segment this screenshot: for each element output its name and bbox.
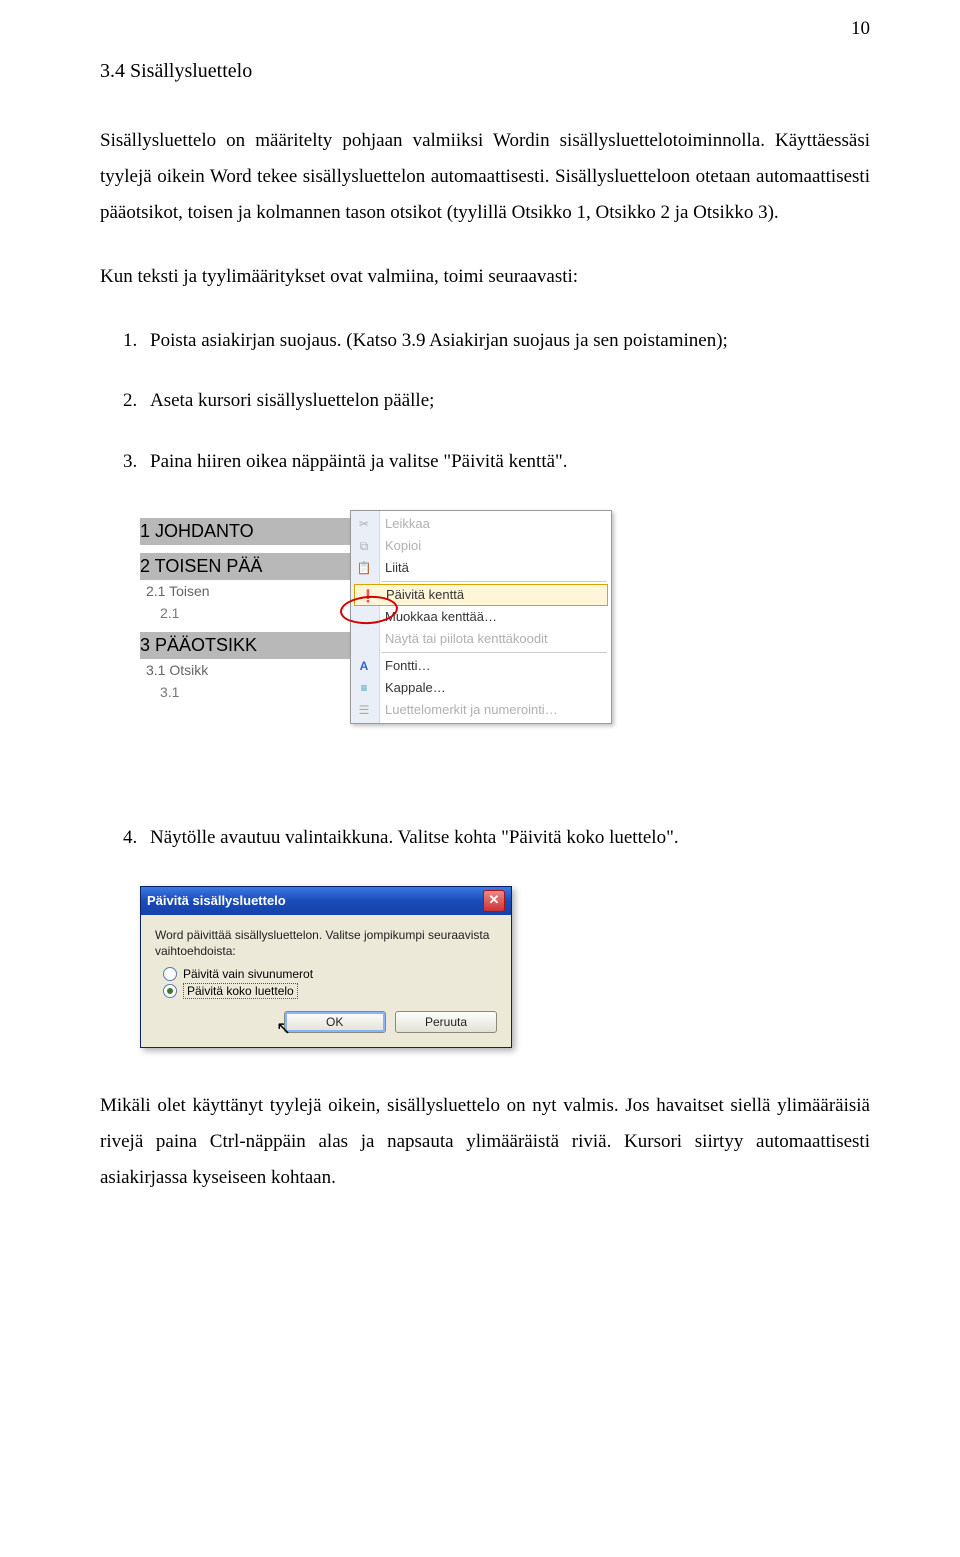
steps-list-cont: Näytölle avautuu valintaikkuna. Valitse … bbox=[112, 820, 870, 856]
menu-label: Fontti… bbox=[385, 658, 431, 673]
paste-icon: 📋 bbox=[355, 559, 373, 577]
menu-label: Muokkaa kenttää… bbox=[385, 609, 497, 624]
copy-icon: ⧉ bbox=[355, 537, 373, 555]
dialog-titlebar: Päivitä sisällysluettelo ✕ bbox=[141, 887, 511, 915]
menu-label: Kappale… bbox=[385, 680, 446, 695]
radio-update-pagenumbers[interactable]: Päivitä vain sivunumerot bbox=[163, 967, 497, 981]
refresh-icon: ❗ bbox=[359, 587, 377, 605]
radio-update-entire[interactable]: Päivitä koko luettelo bbox=[163, 983, 497, 999]
menu-item-copy[interactable]: ⧉ Kopioi bbox=[351, 535, 611, 557]
menu-item-paragraph[interactable]: ≡ Kappale… bbox=[351, 677, 611, 699]
section-heading: 3.4 Sisällysluettelo bbox=[100, 60, 870, 83]
bullets-icon: ☰ bbox=[355, 701, 373, 719]
radio-label: Päivitä vain sivunumerot bbox=[183, 967, 313, 981]
steps-list: Poista asiakirjan suojaus. (Katso 3.9 As… bbox=[112, 323, 870, 479]
radio-icon bbox=[163, 984, 177, 998]
dialog-body-text: Word päivittää sisällysluettelon. Valits… bbox=[155, 927, 497, 959]
step-3: Paina hiiren oikea näppäintä ja valitse … bbox=[142, 444, 870, 480]
menu-item-paste[interactable]: 📋 Liitä bbox=[351, 557, 611, 579]
figure-context-menu: 1 JOHDANTO 2 TOISEN PÄÄ 2.1 Toisen 2.1 3… bbox=[140, 510, 640, 780]
menu-label: Kopioi bbox=[385, 538, 421, 553]
toc-row: 2 TOISEN PÄÄ bbox=[140, 553, 350, 580]
toc-row: 3 PÄÄOTSIKK bbox=[140, 632, 350, 659]
menu-label: Liitä bbox=[385, 560, 409, 575]
page-number: 10 bbox=[851, 18, 870, 40]
close-button[interactable]: ✕ bbox=[483, 890, 505, 912]
step-1: Poista asiakirjan suojaus. (Katso 3.9 As… bbox=[142, 323, 870, 359]
menu-label: Leikkaa bbox=[385, 516, 430, 531]
toc-row: 1 JOHDANTO bbox=[140, 518, 350, 545]
radio-label: Päivitä koko luettelo bbox=[183, 983, 298, 999]
menu-separator bbox=[381, 581, 607, 582]
scissors-icon: ✂ bbox=[355, 515, 373, 533]
paragraph-1: Sisällysluettelo on määritelty pohjaan v… bbox=[100, 123, 870, 231]
toc-row: 3.1 Otsikk bbox=[140, 659, 350, 681]
toc-row: 3.1 bbox=[140, 681, 350, 703]
menu-item-cut[interactable]: ✂ Leikkaa bbox=[351, 513, 611, 535]
ok-button[interactable]: OK bbox=[284, 1011, 386, 1033]
menu-separator bbox=[381, 652, 607, 653]
paragraph-2: Kun teksti ja tyylimääritykset ovat valm… bbox=[100, 259, 870, 295]
context-menu: ✂ Leikkaa ⧉ Kopioi 📋 Liitä ❗ Päivitä ken… bbox=[350, 510, 612, 724]
step-2: Aseta kursori sisällysluettelon päälle; bbox=[142, 383, 870, 419]
menu-item-toggle-codes[interactable]: Näytä tai piilota kenttäkoodit bbox=[351, 628, 611, 650]
menu-item-font[interactable]: A Fontti… bbox=[351, 655, 611, 677]
menu-label: Päivitä kenttä bbox=[386, 587, 464, 602]
menu-label: Luettelomerkit ja numerointi… bbox=[385, 702, 558, 717]
menu-label: Näytä tai piilota kenttäkoodit bbox=[385, 631, 548, 646]
font-icon: A bbox=[355, 657, 373, 675]
toc-row: 2.1 bbox=[140, 602, 350, 624]
menu-item-edit-field[interactable]: Muokkaa kenttää… bbox=[351, 606, 611, 628]
radio-icon bbox=[163, 967, 177, 981]
dialog-title: Päivitä sisällysluettelo bbox=[147, 887, 286, 915]
paragraph-3: Mikäli olet käyttänyt tyylejä oikein, si… bbox=[100, 1088, 870, 1196]
toc-row: 2.1 Toisen bbox=[140, 580, 350, 602]
figure-update-dialog: Päivitä sisällysluettelo ✕ Word päivittä… bbox=[140, 886, 512, 1048]
menu-item-update-field[interactable]: ❗ Päivitä kenttä bbox=[354, 584, 608, 606]
menu-item-bullets[interactable]: ☰ Luettelomerkit ja numerointi… bbox=[351, 699, 611, 721]
step-4: Näytölle avautuu valintaikkuna. Valitse … bbox=[142, 820, 870, 856]
cancel-button[interactable]: Peruuta bbox=[395, 1011, 497, 1033]
paragraph-icon: ≡ bbox=[355, 679, 373, 697]
toc-preview: 1 JOHDANTO 2 TOISEN PÄÄ 2.1 Toisen 2.1 3… bbox=[140, 510, 350, 703]
